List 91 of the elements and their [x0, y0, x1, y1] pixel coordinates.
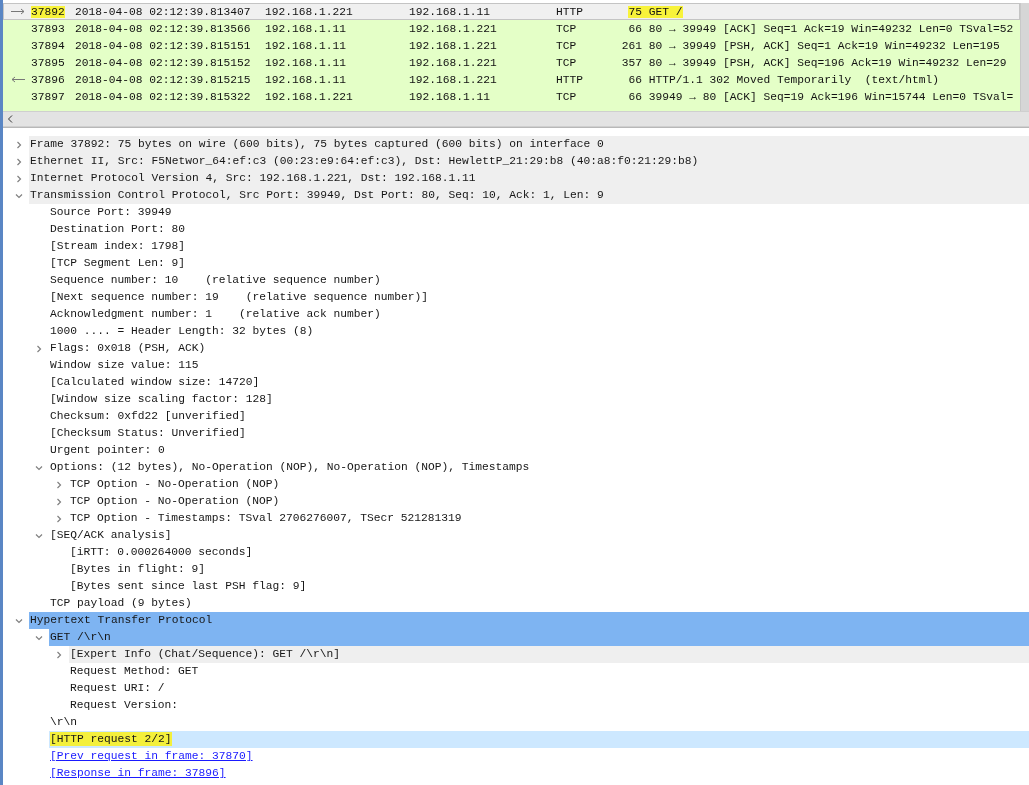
- packet-protocol: HTTP: [556, 73, 583, 86]
- collapse-chevron-icon[interactable]: [35, 463, 43, 472]
- packet-length: 66: [628, 73, 642, 86]
- detail-line[interactable]: [SEQ/ACK analysis]: [49, 527, 1029, 544]
- packet-length: 66: [628, 22, 642, 35]
- packet-destination: 192.168.1.221: [409, 22, 497, 35]
- horizontal-scrollbar[interactable]: [3, 111, 1029, 127]
- packet-source: 192.168.1.221: [265, 5, 353, 18]
- detail-line[interactable]: Urgent pointer: 0: [49, 442, 1029, 459]
- detail-line[interactable]: [Next sequence number: 19 (relative sequence number)]: [49, 289, 1029, 306]
- packet-destination: 192.168.1.221: [409, 73, 497, 86]
- detail-line[interactable]: TCP Option - Timestamps: TSval 2706276007, TSecr 521281319: [69, 510, 1029, 527]
- packet-time: 2018-04-08 02:12:39.815152: [75, 56, 251, 69]
- frame-link[interactable]: [Response in frame: 37896]: [49, 765, 1029, 782]
- packet-info: 80 → 39949 [PSH, ACK] Seq=196 Ack=19 Win=49232 Len=29: [647, 56, 1007, 69]
- detail-line[interactable]: TCP Option - No-Operation (NOP): [69, 476, 1029, 493]
- expand-chevron-icon[interactable]: [55, 514, 63, 523]
- detail-line[interactable]: [Checksum Status: Unverified]: [49, 425, 1029, 442]
- detail-line[interactable]: [Stream index: 1798]: [49, 238, 1029, 255]
- detail-line[interactable]: Source Port: 39949: [49, 204, 1029, 221]
- request-arrow-icon: [10, 7, 26, 15]
- packet-protocol: TCP: [556, 39, 577, 52]
- packet-source: 192.168.1.11: [265, 39, 346, 52]
- collapse-chevron-icon[interactable]: [15, 191, 23, 200]
- detail-line[interactable]: [iRTT: 0.000264000 seconds]: [69, 544, 1029, 561]
- packet-info: 39949 → 80 [ACK] Seq=19 Ack=196 Win=15744 Len=0 TSval=: [647, 90, 1014, 103]
- packet-protocol: TCP: [556, 56, 577, 69]
- expand-chevron-icon[interactable]: [55, 480, 63, 489]
- collapse-chevron-icon[interactable]: [15, 616, 23, 625]
- packet-destination: 192.168.1.11: [409, 90, 490, 103]
- packet-row[interactable]: 37892 2018-04-08 02:12:39.813407 192.168.1.221 192.168.1.11 HTTP 75 GET /: [3, 3, 1020, 20]
- detail-line[interactable]: [Window size scaling factor: 128]: [49, 391, 1029, 408]
- expand-chevron-icon[interactable]: [35, 344, 43, 353]
- packet-protocol: TCP: [556, 22, 577, 35]
- packet-number: 37895: [31, 56, 65, 69]
- detail-line[interactable]: [Bytes in flight: 9]: [69, 561, 1029, 578]
- frame-link[interactable]: [Prev request in frame: 37870]: [49, 748, 1029, 765]
- packet-number: 37892: [31, 5, 65, 18]
- expand-chevron-icon[interactable]: [55, 650, 63, 659]
- packet-number: 37896: [31, 73, 65, 86]
- packet-info: HTTP/1.1 302 Moved Temporarily (text/html): [647, 73, 940, 86]
- packet-destination: 192.168.1.11: [409, 5, 490, 18]
- detail-line[interactable]: Checksum: 0xfd22 [unverified]: [49, 408, 1029, 425]
- packet-protocol: HTTP: [556, 5, 583, 18]
- packet-time: 2018-04-08 02:12:39.813566: [75, 22, 251, 35]
- packet-time: 2018-04-08 02:12:39.813407: [75, 5, 251, 18]
- packet-length: 261: [621, 39, 642, 52]
- detail-line[interactable]: Sequence number: 10 (relative sequence number): [49, 272, 1029, 289]
- packet-length: 66: [628, 90, 642, 103]
- detail-line[interactable]: Request URI: /: [69, 680, 1029, 697]
- packet-number: 37893: [31, 22, 65, 35]
- detail-line[interactable]: \r\n: [49, 714, 1029, 731]
- packet-source: 192.168.1.11: [265, 22, 346, 35]
- detail-line[interactable]: Window size value: 115: [49, 357, 1029, 374]
- detail-line[interactable]: TCP payload (9 bytes): [49, 595, 1029, 612]
- detail-line[interactable]: Options: (12 bytes), No-Operation (NOP), No-Operation (NOP), Timestamps: [49, 459, 1029, 476]
- detail-line[interactable]: 1000 .... = Header Length: 32 bytes (8): [49, 323, 1029, 340]
- packet-time: 2018-04-08 02:12:39.815215: [75, 73, 251, 86]
- detail-line[interactable]: Flags: 0x018 (PSH, ACK): [49, 340, 1029, 357]
- packet-info: 80 → 39949 [ACK] Seq=1 Ack=19 Win=49232 Len=0 TSval=52: [647, 22, 1014, 35]
- packet-length: 357: [621, 56, 642, 69]
- packet-destination: 192.168.1.221: [409, 56, 497, 69]
- detail-line[interactable]: [Bytes sent since last PSH flag: 9]: [69, 578, 1029, 595]
- response-arrow-icon: [10, 75, 26, 83]
- packet-time: 2018-04-08 02:12:39.815322: [75, 90, 251, 103]
- detail-line[interactable]: Request Version:: [69, 697, 1029, 714]
- detail-line[interactable]: TCP Option - No-Operation (NOP): [69, 493, 1029, 510]
- vertical-scrollbar[interactable]: [1020, 3, 1029, 111]
- packet-info: GET /: [642, 5, 683, 18]
- expand-chevron-icon[interactable]: [15, 140, 23, 149]
- packet-destination: 192.168.1.221: [409, 39, 497, 52]
- packet-length: 75: [628, 5, 642, 18]
- packet-protocol: TCP: [556, 90, 577, 103]
- packet-source: 192.168.1.11: [265, 73, 346, 86]
- packet-info: 80 → 39949 [PSH, ACK] Seq=1 Ack=19 Win=49232 Len=195: [647, 39, 1000, 52]
- expand-chevron-icon[interactable]: [15, 174, 23, 183]
- packet-time: 2018-04-08 02:12:39.815151: [75, 39, 251, 52]
- detail-line[interactable]: Acknowledgment number: 1 (relative ack number): [49, 306, 1029, 323]
- collapse-chevron-icon[interactable]: [35, 531, 43, 540]
- packet-number: 37894: [31, 39, 65, 52]
- detail-line[interactable]: Request Method: GET: [69, 663, 1029, 680]
- expand-chevron-icon[interactable]: [55, 497, 63, 506]
- packet-source: 192.168.1.11: [265, 56, 346, 69]
- collapse-chevron-icon[interactable]: [35, 633, 43, 642]
- expand-chevron-icon[interactable]: [15, 157, 23, 166]
- packet-number: 37897: [31, 90, 65, 103]
- packet-source: 192.168.1.221: [265, 90, 353, 103]
- detail-line[interactable]: Destination Port: 80: [49, 221, 1029, 238]
- scroll-left-icon[interactable]: [7, 115, 13, 123]
- detail-line[interactable]: [Calculated window size: 14720]: [49, 374, 1029, 391]
- detail-line[interactable]: [TCP Segment Len: 9]: [49, 255, 1029, 272]
